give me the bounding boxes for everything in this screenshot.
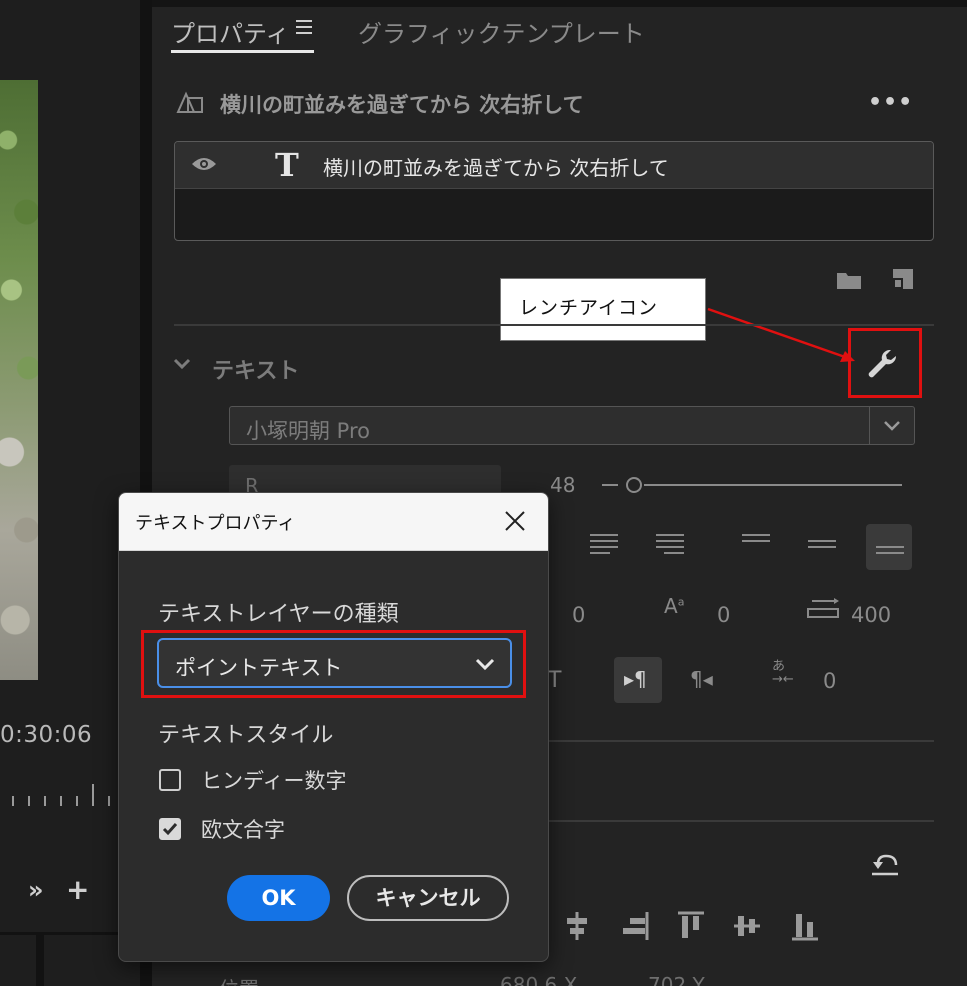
align-center-horizontal-icon[interactable] [562, 910, 592, 942]
wrench-button[interactable] [848, 328, 922, 398]
align-vertical-center-icon[interactable] [732, 910, 762, 942]
section-title-text: テキスト [212, 359, 300, 384]
tsume-icon: あ →← [772, 659, 794, 687]
align-middle-icon[interactable] [808, 540, 836, 564]
position-label: 位置 [219, 973, 259, 986]
active-tab-indicator [171, 50, 314, 53]
tsume-value[interactable]: 0 [823, 669, 836, 693]
hindi-digits-label: ヒンディー数字 [201, 769, 347, 793]
time-ruler[interactable] [8, 778, 118, 806]
font-size-value[interactable]: 48 [550, 473, 575, 497]
font-size-slider[interactable] [600, 475, 904, 495]
layer-list: T 横川の町並みを過ぎてから 次右折して [174, 141, 934, 241]
eye-icon[interactable] [191, 155, 217, 173]
paragraph-ltr-icon: ▸¶ [624, 667, 647, 691]
new-layer-icon[interactable] [892, 268, 914, 290]
more-options-icon[interactable]: ••• [868, 90, 913, 115]
align-right-edge-icon[interactable] [620, 910, 650, 942]
reset-icon[interactable] [870, 852, 900, 878]
check-icon [162, 823, 178, 836]
ligatures-label: 欧文合字 [201, 818, 285, 842]
kerning-value[interactable]: 0 [572, 603, 585, 627]
align-bottom-icon [876, 546, 904, 570]
text-style-label: テキストスタイル [158, 723, 334, 748]
video-preview [0, 80, 38, 680]
layer-row[interactable]: T 横川の町並みを過ぎてから 次右折して [175, 142, 933, 189]
layer-name: 横川の町並みを過ぎてから 次右折して [323, 156, 669, 180]
text-properties-dialog: テキストプロパティ テキストレイヤーの種類 ポイントテキスト テキストスタイル … [118, 492, 549, 962]
leading-value[interactable]: 400 [851, 603, 891, 627]
tracking-icon [807, 598, 839, 618]
layer-type-value: ポイントテキスト [175, 656, 343, 680]
align-top-edge-icon[interactable] [676, 910, 706, 942]
position-y-value[interactable]: 702 Y [648, 973, 705, 986]
justify-right-icon[interactable] [656, 534, 684, 558]
ligatures-checkbox[interactable] [159, 818, 181, 840]
section-divider [549, 820, 934, 822]
dialog-header: テキストプロパティ [119, 493, 548, 551]
tab-properties[interactable]: プロパティ [171, 14, 290, 49]
shape-icon [176, 91, 203, 113]
baseline-shift-icon: Aa [664, 594, 685, 618]
dialog-title: テキストプロパティ [135, 513, 296, 534]
panel-divider [36, 935, 44, 986]
add-icon[interactable]: + [66, 873, 89, 906]
annotation-callout: レンチアイコン [500, 278, 706, 341]
font-family-value: 小塚明朝 Pro [246, 419, 370, 443]
fast-forward-icon[interactable]: » [28, 876, 44, 904]
cancel-button[interactable]: キャンセル [347, 875, 509, 921]
layer-title: 横川の町並みを過ぎてから 次右折して [220, 93, 584, 117]
chevron-down-icon [884, 421, 900, 431]
close-icon[interactable] [503, 509, 527, 533]
wrench-icon [868, 349, 897, 378]
folder-icon[interactable] [836, 270, 862, 290]
chevron-down-icon [475, 658, 495, 671]
layer-type-label: テキストレイヤーの種類 [158, 602, 399, 627]
font-family-select[interactable]: 小塚明朝 Pro [229, 406, 915, 445]
section-divider [174, 324, 934, 326]
playhead-timecode[interactable]: 0:30:06 [0, 722, 92, 748]
align-bottom-button[interactable] [866, 524, 912, 570]
hindi-digits-checkbox[interactable] [159, 769, 181, 791]
text-layer-icon: T [275, 146, 299, 184]
paragraph-rtl-icon[interactable]: ¶◂ [690, 669, 713, 689]
text-direction-ltr-button[interactable]: ▸¶ [614, 657, 662, 703]
layer-type-select[interactable]: ポイントテキスト [157, 638, 512, 688]
section-divider [549, 740, 934, 742]
align-top-icon[interactable] [742, 534, 770, 558]
position-x-value[interactable]: 680.6 X [500, 973, 577, 986]
chevron-down-icon[interactable] [172, 354, 192, 374]
tracking-value[interactable]: 0 [717, 603, 730, 627]
underline-icon[interactable]: T [548, 670, 561, 692]
panel-menu-icon[interactable] [296, 20, 312, 34]
justify-left-icon[interactable] [590, 534, 618, 558]
tab-essential-graphics[interactable]: グラフィックテンプレート [358, 14, 645, 49]
callout-label: レンチアイコン [519, 297, 659, 319]
align-bottom-edge-icon[interactable] [790, 910, 820, 942]
ok-button[interactable]: OK [227, 875, 330, 921]
